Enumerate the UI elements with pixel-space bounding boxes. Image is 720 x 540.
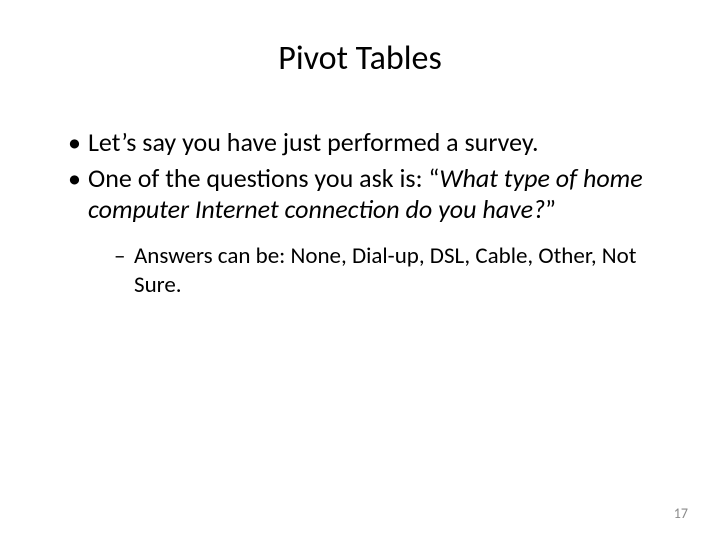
bullet-1-text: Let’s say you have just performed a surv… (88, 126, 539, 158)
bullet-2-suffix: ” (545, 193, 556, 225)
bullet-item-1: Let’s say you have just performed a surv… (68, 127, 670, 159)
bullet-item-2: One of the questions you ask is: “What t… (68, 163, 670, 300)
bullet-list: Let’s say you have just performed a surv… (50, 127, 670, 300)
bullet-2-prefix: One of the questions you ask is: “ (88, 162, 439, 194)
slide-title: Pivot Tables (50, 38, 670, 79)
sub-bullet-item-1: Answers can be: None, Dial-up, DSL, Cabl… (114, 242, 670, 300)
sub-bullet-1-text: Answers can be: None, Dial-up, DSL, Cabl… (134, 242, 636, 299)
page-number: 17 (674, 505, 688, 522)
sub-bullet-list: Answers can be: None, Dial-up, DSL, Cabl… (88, 242, 670, 300)
slide: Pivot Tables Let’s say you have just per… (0, 0, 720, 540)
